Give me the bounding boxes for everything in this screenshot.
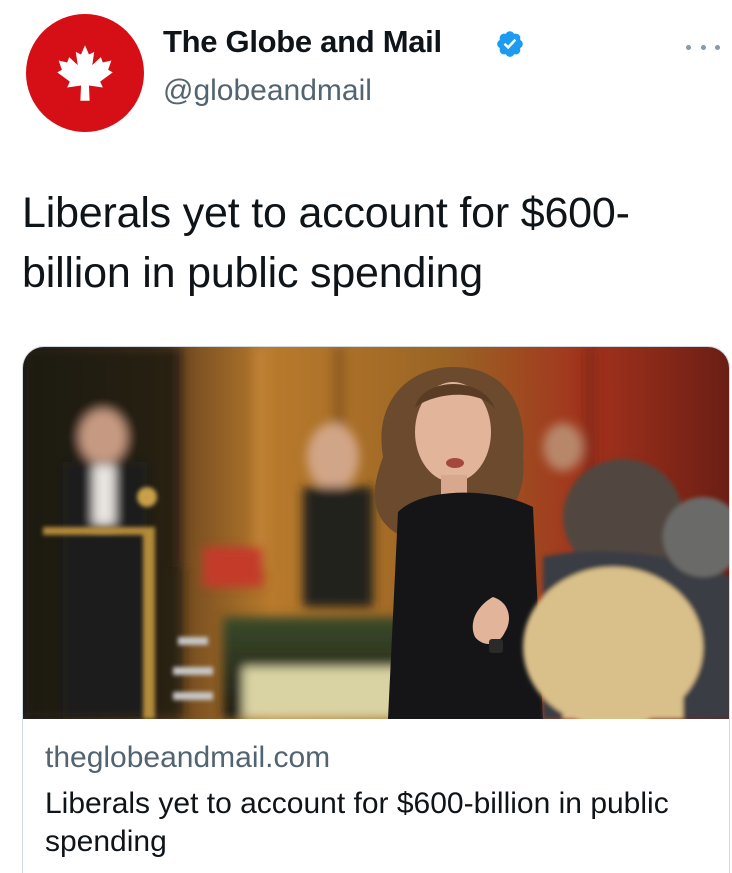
display-name[interactable]: The Globe and Mail	[163, 24, 442, 60]
dot	[700, 44, 706, 50]
card-domain[interactable]: theglobeandmail.com	[45, 741, 330, 775]
dot	[715, 44, 720, 50]
maple-leaf-icon	[57, 45, 113, 101]
author-handle[interactable]: @globeandmail	[163, 74, 372, 108]
tweet-text: Liberals yet to account for $600-billion…	[22, 189, 630, 297]
tweet[interactable]: The Globe and Mail @globeandmail Liberal…	[0, 0, 732, 873]
verified-badge-icon	[497, 31, 523, 57]
more-options-icon[interactable]	[686, 35, 720, 59]
avatar[interactable]	[26, 14, 144, 132]
link-card[interactable]: theglobeandmail.com Liberals yet to acco…	[22, 346, 730, 873]
dot	[686, 44, 691, 50]
card-image[interactable]	[23, 347, 730, 719]
card-title[interactable]: Liberals yet to account for $600-billion…	[45, 785, 705, 861]
